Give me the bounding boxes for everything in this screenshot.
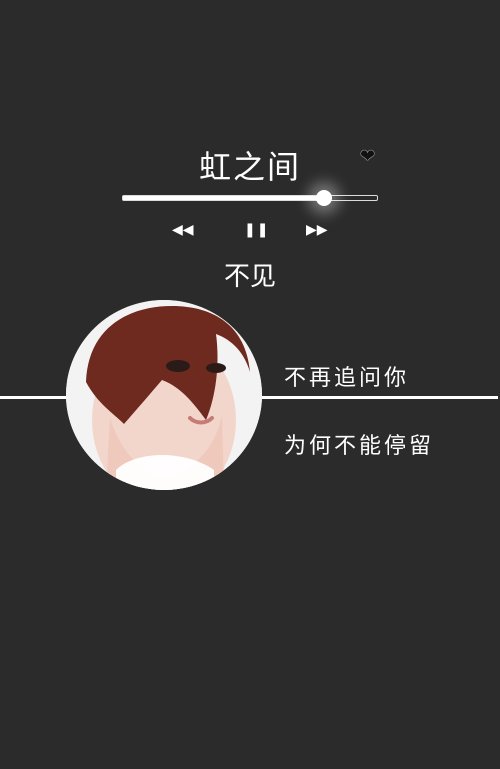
lyric-line-2: 为何不能停留 bbox=[284, 434, 435, 459]
pause-button[interactable]: ❚❚ bbox=[244, 222, 269, 238]
previous-button[interactable]: ◀◀ bbox=[172, 222, 194, 238]
next-button[interactable]: ▶▶ bbox=[306, 222, 328, 238]
divider-line-right bbox=[240, 396, 498, 399]
heart-icon[interactable]: ❤ bbox=[360, 146, 375, 167]
portrait-image bbox=[66, 300, 262, 490]
lyric-line-1: 不再追问你 bbox=[284, 366, 410, 391]
playback-controls: ◀◀ ❚❚ ▶▶ bbox=[0, 222, 500, 242]
song-title: 虹之间 bbox=[198, 148, 301, 186]
current-lyric: 不见 bbox=[223, 262, 276, 292]
progress-knob[interactable] bbox=[315, 190, 332, 206]
progress-fill bbox=[123, 196, 324, 200]
avatar bbox=[66, 300, 262, 490]
progress-bar[interactable] bbox=[122, 190, 378, 206]
